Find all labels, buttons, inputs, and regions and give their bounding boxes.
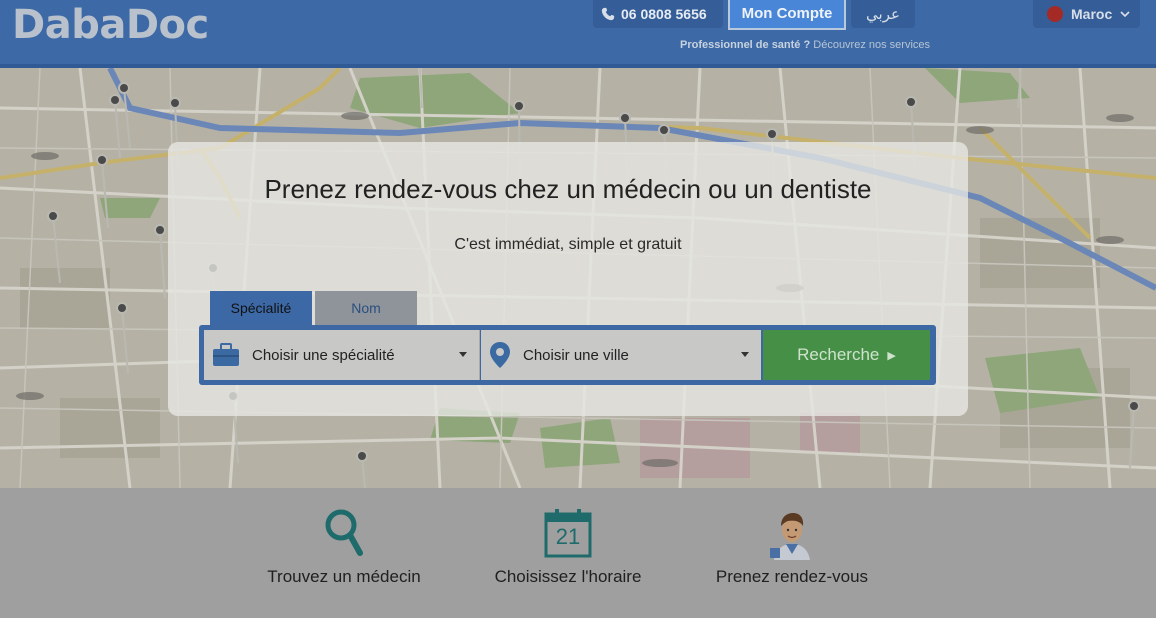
language-switch-button[interactable]: عربي xyxy=(851,0,915,28)
magnifier-icon xyxy=(325,509,363,556)
morocco-flag-icon xyxy=(1047,6,1063,22)
phone-text: 06 0808 5656 xyxy=(621,6,707,22)
caret-down-icon xyxy=(741,352,749,357)
calendar-day: 21 xyxy=(555,524,581,549)
top-header: DabaDoc 06 0808 5656 Mon Compte عربي Pro… xyxy=(0,0,1156,68)
tab-name[interactable]: Nom xyxy=(315,291,417,325)
search-card: Prenez rendez-vous chez un médecin ou un… xyxy=(168,142,968,416)
city-value: Choisir une ville xyxy=(523,346,629,364)
location-pin-icon xyxy=(490,342,510,368)
hero-title: Prenez rendez-vous chez un médecin ou un… xyxy=(264,174,872,204)
specialty-select[interactable]: Choisir une spécialité xyxy=(204,330,480,380)
search-bar: Choisir une spécialité Choisir une ville… xyxy=(199,325,936,385)
site-logo[interactable]: DabaDoc xyxy=(12,2,209,48)
how-it-works-section: Trouvez un médecin 21 Choisissez l'horai… xyxy=(0,488,1156,618)
city-select[interactable]: Choisir une ville xyxy=(481,330,761,380)
country-selector[interactable]: Maroc xyxy=(1033,0,1140,28)
professional-services-text: Découvrez nos services xyxy=(810,39,931,51)
caret-down-icon xyxy=(459,352,467,357)
specialty-value: Choisir une spécialité xyxy=(252,346,395,364)
doctor-icon xyxy=(770,513,810,560)
phone-icon xyxy=(601,7,615,21)
country-label: Maroc xyxy=(1071,6,1113,22)
phone-number[interactable]: 06 0808 5656 xyxy=(593,0,723,28)
tab-specialty[interactable]: Spécialité xyxy=(210,291,312,325)
my-account-button[interactable]: Mon Compte xyxy=(728,0,846,30)
professional-link[interactable]: Professionnel de santé ? Découvrez nos s… xyxy=(680,39,930,51)
search-button[interactable]: Recherche ▶ xyxy=(763,330,930,380)
play-arrow-icon: ▶ xyxy=(887,350,896,362)
step-label: Trouvez un médecin xyxy=(267,567,421,586)
professional-label: Professionnel de santé ? xyxy=(680,39,811,51)
chevron-down-icon xyxy=(1120,11,1130,18)
step-label: Choisissez l'horaire xyxy=(494,567,642,586)
hero-map-section: Prenez rendez-vous chez un médecin ou un… xyxy=(0,68,1156,488)
step-label: Prenez rendez-vous xyxy=(715,567,869,586)
hero-subtitle: C'est immédiat, simple et gratuit xyxy=(454,236,682,253)
search-button-label: Recherche xyxy=(797,345,880,364)
briefcase-icon xyxy=(213,343,239,366)
